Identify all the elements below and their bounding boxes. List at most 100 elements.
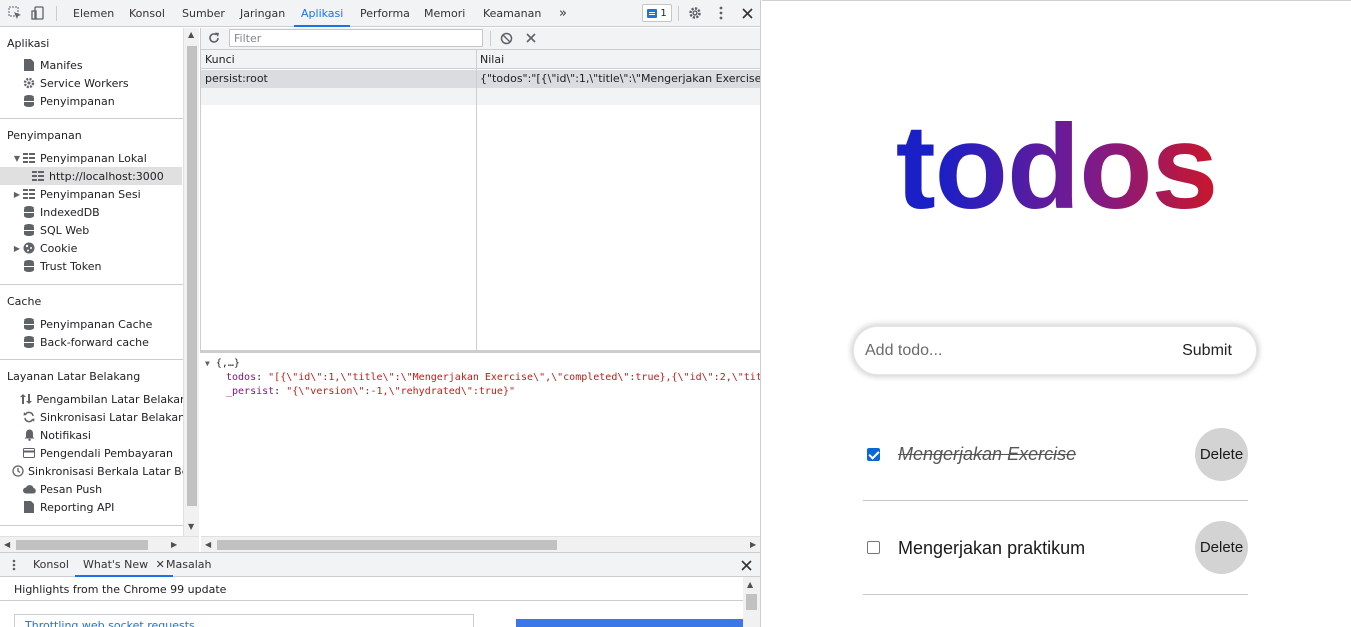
tab-elemen[interactable]: Elemen [72, 0, 115, 27]
sidebar-item-sinkronisasi-latar-belakang[interactable]: Sinkronisasi Latar Belakang [12, 408, 183, 426]
scrollbar-thumb[interactable] [217, 540, 557, 550]
cloud-icon [22, 482, 36, 496]
sidebar-item-back-forward-cache[interactable]: Back-forward cache [12, 333, 183, 351]
table-row-empty [201, 88, 760, 105]
sidebar-item-reporting-api[interactable]: Reporting API [12, 498, 183, 516]
sidebar-item-penyimpanan-cache[interactable]: Penyimpanan Cache [12, 315, 183, 333]
value-preview: ▼ {,…} todos: "[{\"id\":1,\"title\":\"Me… [201, 353, 760, 536]
drawer-tab-whats-new[interactable]: What's New ✕ [75, 553, 173, 577]
filter-input[interactable] [229, 29, 483, 47]
add-todo-form: Submit [853, 326, 1257, 375]
sidebar-item-penyimpanan-lokal[interactable]: ▼ Penyimpanan Lokal [12, 149, 183, 167]
sidebar-item-trust-token[interactable]: Trust Token [12, 257, 183, 275]
submit-button[interactable]: Submit [1172, 337, 1242, 365]
sync-icon [22, 410, 36, 424]
whats-new-panel: Highlights from the Chrome 99 update Thr… [0, 577, 760, 627]
sidebar-item-sinkronisasi-berkala[interactable]: Sinkronisasi Berkala Latar Bela [12, 462, 183, 480]
tab-performa[interactable]: Performa [359, 0, 411, 27]
local-storage-table: Kunci Nilai persist:root {"todos":"[{\"i… [200, 50, 760, 350]
tab-aplikasi[interactable]: Aplikasi [294, 0, 351, 27]
close-tab-icon[interactable]: ✕ [156, 558, 165, 571]
scroll-up-arrow-icon[interactable]: ▲ [188, 30, 194, 39]
sidebar-item-label: Sinkronisasi Latar Belakang [40, 410, 183, 424]
card-link[interactable]: Throttling web socket requests [25, 619, 195, 627]
scrollbar-thumb[interactable] [746, 594, 757, 610]
device-toolbar-icon[interactable] [30, 5, 46, 21]
tab-konsol[interactable]: Konsol [128, 0, 166, 27]
sidebar-item-label: Sinkronisasi Berkala Latar Bela [28, 464, 183, 478]
database-icon [22, 317, 36, 331]
delete-selected-icon[interactable] [523, 30, 539, 46]
column-header-value[interactable]: Nilai [480, 53, 504, 66]
column-header-key[interactable]: Kunci [205, 53, 235, 66]
drawer-tab-konsol[interactable]: Konsol [33, 553, 69, 577]
todo-title: Mengerjakan Exercise [898, 444, 1077, 464]
more-options-icon[interactable] [713, 5, 729, 21]
scrollbar-thumb[interactable] [16, 540, 148, 550]
sidebar-item-service-workers[interactable]: Service Workers [12, 74, 183, 92]
scroll-right-arrow-icon[interactable]: ▶ [171, 540, 177, 549]
sidebar-item-sql-web[interactable]: SQL Web [12, 221, 183, 239]
section-heading-layanan-latar-belakang: Layanan Latar Belakang [7, 370, 141, 383]
scroll-right-arrow-icon[interactable]: ▶ [750, 540, 756, 549]
sidebar-item-pesan-push[interactable]: Pesan Push [12, 480, 183, 498]
delete-button[interactable]: Delete [1195, 428, 1248, 481]
drawer-menu-icon[interactable] [6, 557, 22, 573]
delete-button[interactable]: Delete [1195, 521, 1248, 574]
sidebar-item-localhost-origin[interactable]: http://localhost:3000 [0, 167, 182, 185]
sidebar-item-label: Pesan Push [40, 482, 103, 496]
drawer-tab-masalah[interactable]: Masalah [166, 553, 211, 577]
database-icon [22, 259, 36, 273]
close-devtools-icon[interactable] [739, 5, 755, 21]
sidebar-item-pengendali-pembayaran[interactable]: Pengendali Pembayaran [12, 444, 183, 462]
table-row[interactable]: persist:root {"todos":"[{\"id\":1,\"titl… [201, 70, 760, 88]
toolbar-separator [490, 31, 491, 46]
tab-memori[interactable]: Memori [423, 0, 466, 27]
preview-horizontal-scrollbar[interactable]: ◀ ▶ [201, 536, 760, 552]
expand-triangle-icon[interactable]: ▼ [12, 154, 22, 163]
sidebar-item-penyimpanan-sesi[interactable]: ▶ Penyimpanan Sesi [12, 185, 183, 203]
scroll-left-arrow-icon[interactable]: ◀ [205, 540, 211, 549]
sidebar-item-label: Trust Token [40, 259, 102, 273]
todo-item: Mengerjakan praktikum Delete [863, 501, 1248, 595]
sidebar-item-label: Penyimpanan Sesi [40, 187, 141, 201]
todo-checkbox[interactable] [867, 541, 880, 554]
sidebar-item-pengambilan-latar-belakang[interactable]: Pengambilan Latar Belakang [12, 390, 183, 408]
scroll-up-arrow-icon[interactable]: ▲ [747, 580, 753, 589]
inspect-element-icon[interactable] [7, 5, 23, 21]
sidebar-horizontal-scrollbar[interactable]: ◀ ▶ [0, 536, 199, 552]
add-todo-input[interactable] [865, 337, 1165, 365]
collapsed-triangle-icon[interactable]: ▶ [12, 244, 22, 253]
sidebar-vertical-scrollbar[interactable]: ▲ ▼ [183, 28, 199, 536]
sidebar-item-cookie[interactable]: ▶ Cookie [12, 239, 183, 257]
scrollbar-thumb[interactable] [187, 46, 197, 506]
drawer-vertical-scrollbar[interactable]: ▲ [743, 577, 760, 627]
tab-jaringan[interactable]: Jaringan [239, 0, 286, 27]
tab-keamanan[interactable]: Keamanan [482, 0, 542, 27]
database-icon [22, 335, 36, 349]
tab-sumber[interactable]: Sumber [181, 0, 226, 27]
refresh-icon[interactable] [206, 30, 222, 46]
todo-checkbox-checked[interactable] [867, 448, 880, 461]
settings-gear-icon[interactable] [687, 5, 703, 21]
sidebar-item-indexeddb[interactable]: IndexedDB [12, 203, 183, 221]
sidebar-item-notifikasi[interactable]: Notifikasi [12, 426, 183, 444]
preview-root-line[interactable]: ▼ {,…} [205, 358, 240, 369]
sidebar-item-manifes[interactable]: Manifes [12, 56, 183, 74]
sidebar-item-label: Penyimpanan Cache [40, 317, 153, 331]
clear-all-icon[interactable] [498, 30, 514, 46]
sidebar-item-penyimpanan[interactable]: Penyimpanan [12, 92, 183, 110]
more-tabs-button[interactable]: » [558, 0, 568, 27]
grid-icon [31, 169, 45, 183]
column-divider[interactable] [476, 50, 477, 350]
scroll-down-arrow-icon[interactable]: ▼ [188, 522, 194, 531]
credit-card-icon [22, 446, 36, 460]
scroll-left-arrow-icon[interactable]: ◀ [4, 540, 10, 549]
collapsed-triangle-icon[interactable]: ▶ [12, 190, 22, 199]
row-value-cell: {"todos":"[{\"id\":1,\"title\":\"Mengerj… [480, 72, 760, 85]
whats-new-card[interactable]: Throttling web socket requests [14, 614, 474, 627]
divider [0, 118, 183, 119]
issues-counter-button[interactable]: 1 [642, 4, 672, 22]
todo-app: todos Submit Mengerjakan Exercise Delete… [762, 0, 1351, 627]
close-drawer-icon[interactable] [738, 557, 754, 573]
